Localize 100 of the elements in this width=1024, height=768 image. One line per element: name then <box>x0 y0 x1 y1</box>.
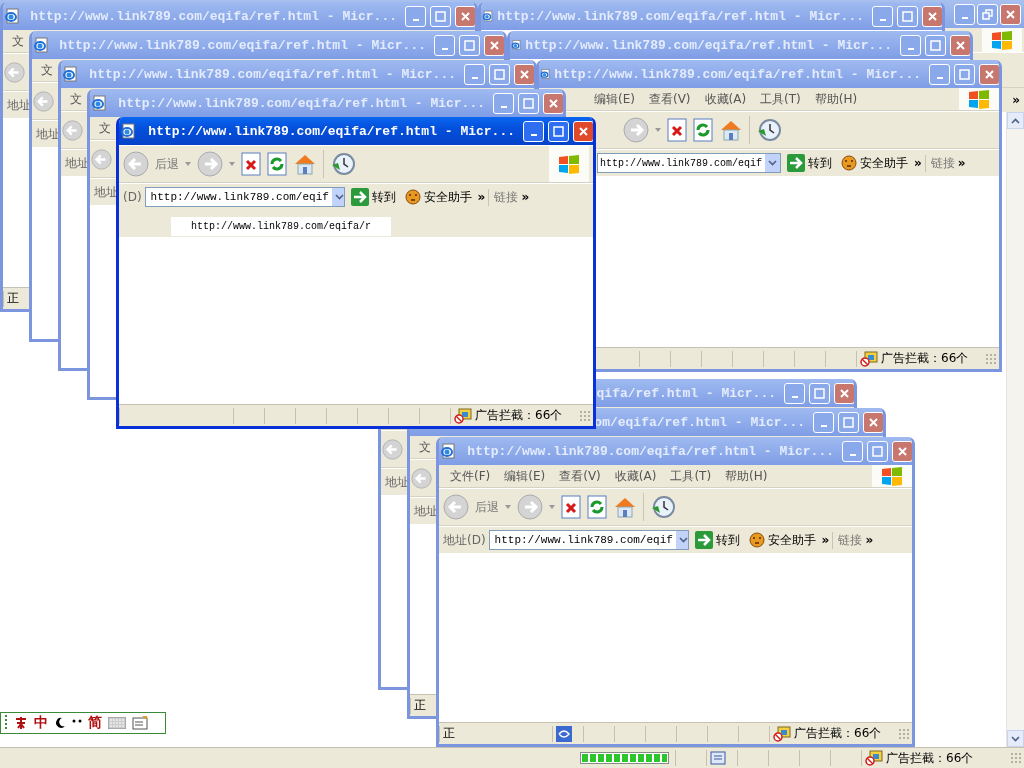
maximize-button[interactable] <box>925 34 946 56</box>
close-button[interactable] <box>514 63 534 85</box>
ie-page-icon <box>482 8 494 24</box>
scrollbar[interactable] <box>1006 112 1024 747</box>
half-width-moon-icon[interactable] <box>54 717 66 729</box>
go-button[interactable]: 转到 <box>784 152 835 174</box>
history-icon[interactable] <box>756 117 782 143</box>
close-button[interactable] <box>573 120 593 142</box>
home-icon[interactable] <box>613 495 637 519</box>
menu-item[interactable]: 查看(V) <box>641 90 698 108</box>
close-button[interactable] <box>455 5 475 27</box>
menu-item[interactable]: 文 <box>99 119 111 137</box>
close-button[interactable] <box>1000 3 1021 25</box>
scroll-up-button[interactable] <box>1007 112 1024 129</box>
refresh-icon[interactable] <box>587 495 607 519</box>
close-button[interactable] <box>863 411 883 433</box>
maximize-button[interactable] <box>518 92 539 114</box>
ad-block-icon <box>454 407 472 424</box>
more-chevron[interactable]: » <box>477 190 486 204</box>
more-chevron[interactable]: » <box>821 533 830 547</box>
home-icon[interactable] <box>293 152 317 176</box>
more-chevron[interactable]: » <box>1012 93 1020 107</box>
menu-item[interactable]: 编辑(E) <box>587 90 642 108</box>
menu-item[interactable]: 工具(T) <box>663 467 719 485</box>
menu-item[interactable]: 文 <box>12 32 24 50</box>
more-chevron[interactable]: » <box>957 156 966 170</box>
minimize-button[interactable] <box>493 92 514 114</box>
dropdown-button[interactable] <box>765 154 780 172</box>
minimize-button[interactable] <box>405 5 426 27</box>
menu-item[interactable]: 收藏(A) <box>697 90 754 108</box>
maximize-button[interactable] <box>897 5 918 27</box>
window-title: http://www.link789.com/eqifa/ref.html - Micr... <box>89 66 456 82</box>
menu-item[interactable]: 查看(V) <box>552 467 608 485</box>
history-icon[interactable] <box>330 151 356 177</box>
dropdown-button[interactable] <box>331 188 344 206</box>
security-assistant-button[interactable]: 安全助手 <box>401 186 475 208</box>
more-chevron[interactable]: » <box>914 156 922 170</box>
stop-icon[interactable] <box>241 152 261 176</box>
minimize-button[interactable] <box>434 34 455 56</box>
maximize-button[interactable] <box>954 63 975 85</box>
minimize-icon <box>471 76 478 79</box>
security-assistant-button[interactable]: 安全助手 <box>838 152 911 174</box>
maximize-button[interactable] <box>430 5 451 27</box>
menu-item[interactable]: 收藏(A) <box>607 467 664 485</box>
address-field[interactable]: http://www.link789.com/eqif <box>144 187 345 207</box>
close-icon <box>868 416 879 428</box>
minimize-button[interactable] <box>842 440 863 462</box>
menu-item[interactable]: 帮助(H) <box>718 467 775 485</box>
close-button[interactable] <box>834 382 854 404</box>
go-button[interactable]: 转到 <box>347 186 399 208</box>
close-button[interactable] <box>484 34 504 56</box>
menu-item[interactable]: 帮助(H) <box>807 90 865 108</box>
minimize-button[interactable] <box>813 411 834 433</box>
minimize-button[interactable] <box>523 120 544 142</box>
dropdown-button[interactable] <box>675 531 688 549</box>
menu-item[interactable]: 编辑(E) <box>497 467 553 485</box>
close-button[interactable] <box>543 92 563 114</box>
address-field[interactable]: http://www.link789.com/eqif <box>488 530 689 550</box>
minimize-button[interactable] <box>929 63 950 85</box>
minimize-button[interactable] <box>784 382 805 404</box>
close-icon <box>460 10 471 22</box>
close-button[interactable] <box>922 5 942 27</box>
stop-icon[interactable] <box>561 495 581 519</box>
maximize-button[interactable] <box>809 382 830 404</box>
home-icon[interactable] <box>719 118 743 142</box>
go-button[interactable]: 转到 <box>691 529 743 551</box>
maximize-button[interactable] <box>867 440 888 462</box>
maximize-button[interactable] <box>459 34 480 56</box>
minimize-button[interactable] <box>872 5 893 27</box>
refresh-icon[interactable] <box>267 152 287 176</box>
maximize-button[interactable] <box>489 63 510 85</box>
history-icon[interactable] <box>650 494 676 520</box>
more-chevron[interactable]: » <box>865 533 874 547</box>
menu-icon[interactable] <box>132 716 148 730</box>
security-assistant-button[interactable]: 安全助手 <box>745 529 819 551</box>
scroll-down-button[interactable] <box>1007 730 1024 747</box>
maximize-button[interactable] <box>548 120 569 142</box>
menu-item[interactable]: 工具(T) <box>753 90 808 108</box>
script-toggle[interactable]: 简 <box>88 714 102 732</box>
refresh-icon[interactable] <box>693 118 713 142</box>
close-button[interactable] <box>979 63 999 85</box>
maximize-button[interactable] <box>838 411 859 433</box>
stop-icon[interactable] <box>667 118 687 142</box>
keyboard-icon[interactable] <box>108 717 126 729</box>
windows-logo-icon <box>991 30 1013 50</box>
more-chevron[interactable]: » <box>521 190 530 204</box>
close-button[interactable] <box>950 34 970 56</box>
menu-item[interactable]: 文 <box>419 438 431 456</box>
minimize-button[interactable] <box>900 34 921 56</box>
minimize-button[interactable] <box>954 3 975 25</box>
input-mode-toggle[interactable]: 中 <box>34 714 48 732</box>
close-button[interactable] <box>892 440 912 462</box>
ime-logo-icon[interactable] <box>14 716 28 730</box>
minimize-button[interactable] <box>464 63 485 85</box>
window-title: http://www.link789.com/eqifa/ref.html - Micr... <box>467 443 834 459</box>
address-field[interactable]: http://www.link789.com/eqif <box>597 153 781 173</box>
menu-item[interactable]: 文件(F) <box>443 467 498 485</box>
menu-item[interactable]: 文 <box>70 90 82 108</box>
restore-button[interactable] <box>977 3 998 25</box>
menu-item[interactable]: 文 <box>41 61 53 79</box>
